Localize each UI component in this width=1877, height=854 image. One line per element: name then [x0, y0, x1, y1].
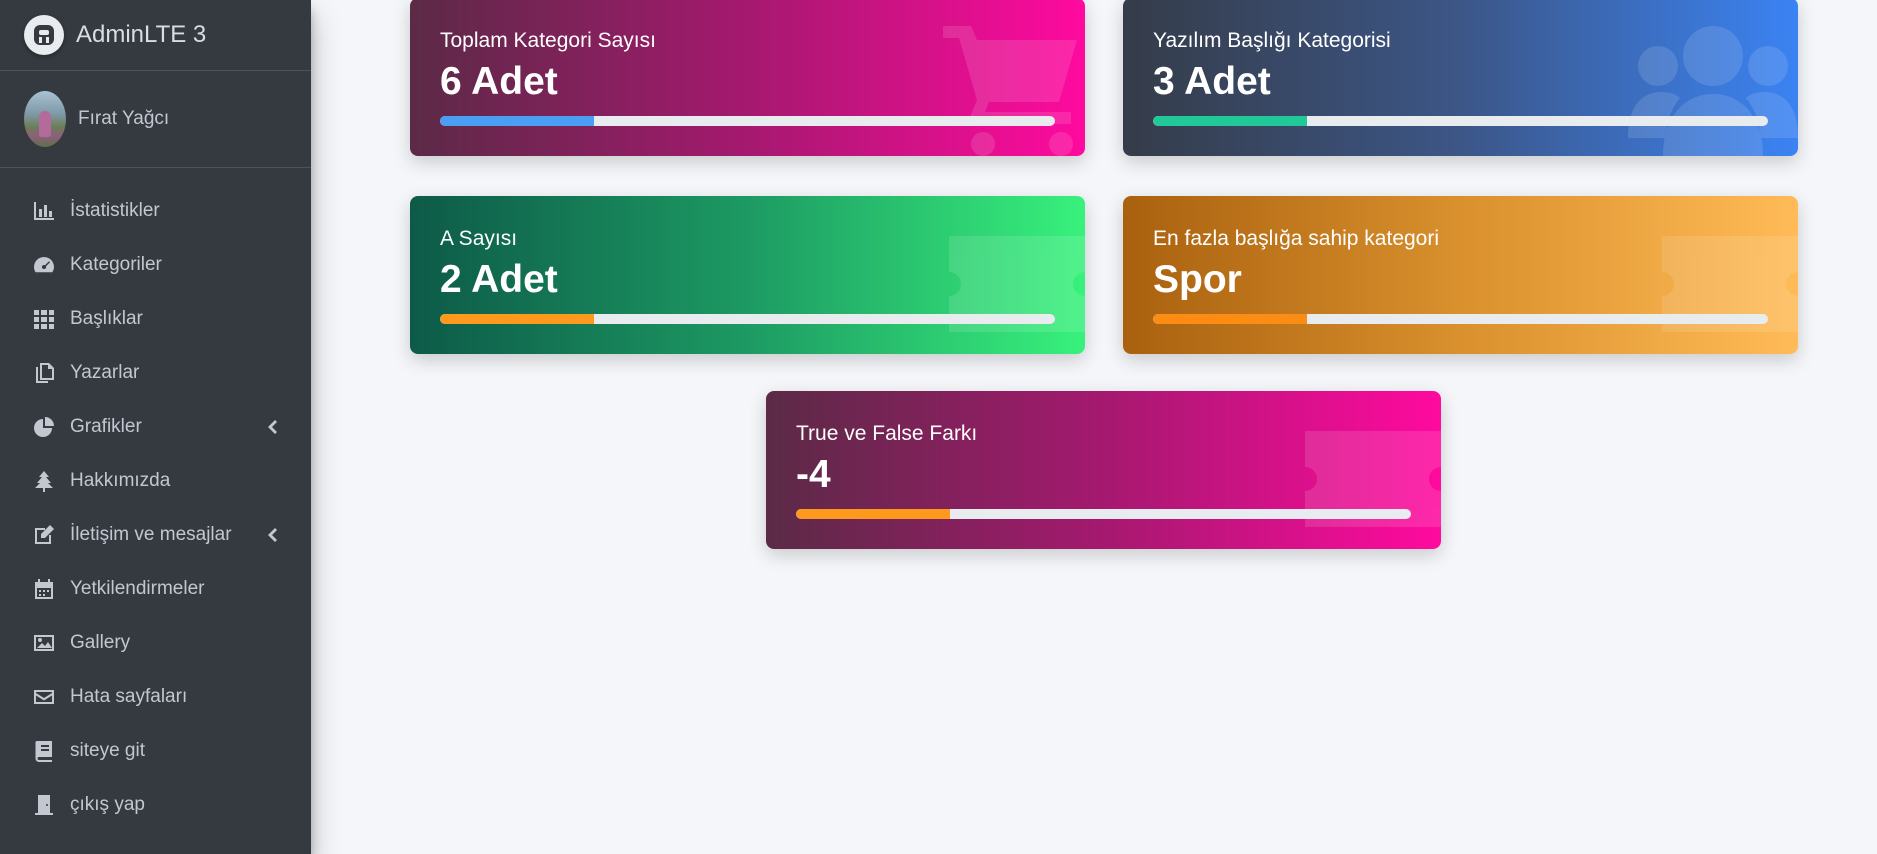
user-panel[interactable]: Fırat Yağcı — [0, 71, 311, 168]
card-label: En fazla başlığa sahip kategori — [1153, 227, 1440, 250]
sidebar-item-yazarlar[interactable]: Yazarlar — [0, 346, 311, 400]
brand-title: AdminLTE 3 — [76, 21, 207, 48]
avatar — [24, 91, 66, 147]
chevron-left-icon[interactable] — [267, 527, 281, 543]
brand-link[interactable]: AdminLTE 3 — [0, 0, 311, 71]
sidebar-nav: İstatistikler Kategoriler Başlıklar Yaza… — [0, 168, 311, 832]
stat-card-toplam-kategori: Toplam Kategori Sayısı 6 Adet — [410, 0, 1085, 156]
chevron-left-icon[interactable] — [267, 419, 281, 435]
users-icon — [1628, 0, 1798, 156]
progress-bar — [440, 116, 1055, 126]
tree-icon — [32, 469, 56, 493]
stat-card-en-fazla-baslik: En fazla başlığa sahip kategori Spor — [1123, 196, 1798, 354]
card-label: True ve False Farkı — [796, 422, 978, 445]
edit-icon — [32, 523, 56, 547]
card-value: 2 Adet — [440, 258, 558, 301]
bar-chart-icon — [32, 199, 56, 223]
sidebar-item-label: Yetkilendirmeler — [70, 578, 205, 599]
calendar-icon — [32, 577, 56, 601]
grid-icon — [32, 307, 56, 331]
sidebar-item-grafikler[interactable]: Grafikler — [0, 400, 311, 454]
progress-fill — [440, 314, 594, 324]
sidebar-item-siteye-git[interactable]: siteye git — [0, 724, 311, 778]
progress-fill — [1153, 116, 1307, 126]
progress-fill — [796, 509, 950, 519]
card-label: Toplam Kategori Sayısı — [440, 29, 656, 52]
card-label: Yazılım Başlığı Kategorisi — [1153, 29, 1391, 52]
card-value: 3 Adet — [1153, 60, 1271, 103]
ticket-icon — [1291, 391, 1441, 549]
pie-chart-icon — [32, 415, 56, 439]
sidebar-item-label: çıkış yap — [70, 794, 145, 815]
sidebar-item-label: Gallery — [70, 632, 131, 653]
sidebar-item-label: Hata sayfaları — [70, 686, 188, 707]
progress-bar — [1153, 314, 1768, 324]
progress-bar — [440, 314, 1055, 324]
sidebar-item-gallery[interactable]: Gallery — [0, 616, 311, 670]
stat-card-true-false-farki: True ve False Farkı -4 — [766, 391, 1441, 549]
sidebar-item-yetkilendirmeler[interactable]: Yetkilendirmeler — [0, 562, 311, 616]
door-icon — [32, 793, 56, 817]
sidebar: AdminLTE 3 Fırat Yağcı İstatistikler Kat… — [0, 0, 311, 854]
sidebar-item-label: Başlıklar — [70, 308, 143, 329]
sidebar-item-cikis-yap[interactable]: çıkış yap — [0, 778, 311, 832]
adminlte-logo-icon — [24, 15, 64, 55]
stat-card-a-sayisi: A Sayısı 2 Adet — [410, 196, 1085, 354]
sidebar-item-basliklar[interactable]: Başlıklar — [0, 292, 311, 346]
card-value: 6 Adet — [440, 60, 558, 103]
sidebar-item-hata-sayfalari[interactable]: Hata sayfaları — [0, 670, 311, 724]
sidebar-item-label: Grafikler — [70, 416, 142, 437]
progress-bar — [796, 509, 1411, 519]
sidebar-item-label: İstatistikler — [70, 200, 160, 221]
stat-card-yazilim-basligi: Yazılım Başlığı Kategorisi 3 Adet — [1123, 0, 1798, 156]
sidebar-item-label: Kategoriler — [70, 254, 162, 275]
image-icon — [32, 631, 56, 655]
sidebar-item-label: siteye git — [70, 740, 145, 761]
card-value: Spor — [1153, 258, 1242, 301]
ticket-icon — [935, 196, 1085, 354]
sidebar-item-iletisim[interactable]: İletişim ve mesajlar — [0, 508, 311, 562]
sidebar-item-kategoriler[interactable]: Kategoriler — [0, 238, 311, 292]
progress-fill — [440, 116, 594, 126]
sidebar-item-istatistikler[interactable]: İstatistikler — [0, 184, 311, 238]
card-value: -4 — [796, 453, 831, 496]
sidebar-item-hakkimizda[interactable]: Hakkımızda — [0, 454, 311, 508]
sidebar-item-label: Hakkımızda — [70, 470, 171, 491]
copy-icon — [32, 361, 56, 385]
user-name[interactable]: Fırat Yağcı — [78, 108, 169, 130]
progress-fill — [1153, 314, 1307, 324]
book-icon — [32, 739, 56, 763]
progress-bar — [1153, 116, 1768, 126]
shopping-cart-icon — [935, 0, 1085, 156]
envelope-icon — [32, 685, 56, 709]
sidebar-item-label: İletişim ve mesajlar — [70, 524, 232, 545]
card-label: A Sayısı — [440, 227, 518, 250]
tachometer-icon — [32, 253, 56, 277]
sidebar-item-label: Yazarlar — [70, 362, 140, 383]
ticket-icon — [1648, 196, 1798, 354]
